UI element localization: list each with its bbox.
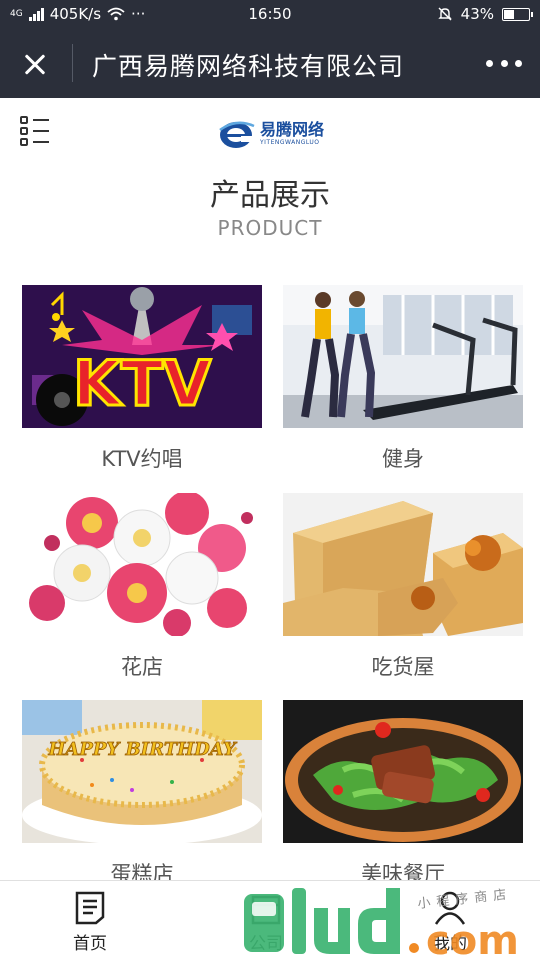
tab-label: 公司 bbox=[249, 934, 283, 954]
flowers-image bbox=[22, 493, 262, 636]
battery-icon bbox=[502, 7, 533, 21]
title-divider bbox=[72, 44, 73, 82]
close-icon[interactable] bbox=[14, 44, 56, 84]
more-options-icon[interactable] bbox=[486, 54, 522, 72]
product-label: 花店 bbox=[121, 655, 163, 679]
battery-percent: 43% bbox=[460, 5, 494, 23]
title-bar: 广西易腾网络科技有限公司 bbox=[0, 30, 540, 98]
logo-pinyin: YITENGWANGLUO bbox=[260, 139, 320, 146]
product-label: KTV约唱 bbox=[101, 447, 183, 471]
building-icon bbox=[251, 895, 281, 925]
bottom-tab-bar: 首页 公司 我的 bbox=[0, 880, 540, 960]
pastry-image bbox=[283, 493, 523, 636]
dish-image bbox=[283, 700, 523, 843]
mute-bell-icon bbox=[437, 7, 452, 21]
page-title: 广西易腾网络科技有限公司 bbox=[92, 52, 405, 81]
status-right: 43% bbox=[437, 5, 533, 23]
tab-home[interactable]: 首页 bbox=[30, 881, 150, 960]
section-title: 产品展示 bbox=[210, 178, 330, 213]
product-card-flowers[interactable]: 花店 bbox=[22, 493, 262, 681]
user-icon bbox=[434, 891, 466, 925]
product-card-pastry[interactable]: 吃货屋 bbox=[283, 493, 523, 681]
ktv-image: KTV bbox=[22, 285, 262, 428]
product-card-ktv[interactable]: KTV KTV约唱 bbox=[22, 285, 262, 473]
product-label: 健身 bbox=[382, 447, 424, 471]
product-card-cake[interactable]: HAPPY BIRTHDAY 蛋糕店 bbox=[22, 700, 262, 888]
cake-text: HAPPY BIRTHDAY bbox=[47, 739, 238, 760]
logo-mark-icon bbox=[219, 121, 255, 148]
company-logo: 易腾网络 YITENGWANGLUO bbox=[216, 115, 346, 153]
product-card-dish[interactable]: 美味餐厅 bbox=[283, 700, 523, 888]
menu-icon[interactable] bbox=[20, 116, 50, 146]
logo-name: 易腾网络 bbox=[260, 120, 325, 139]
product-label: 吃货屋 bbox=[371, 655, 435, 679]
tab-mine[interactable]: 我的 bbox=[390, 881, 510, 960]
tab-company[interactable]: 公司 bbox=[206, 881, 326, 960]
tab-label: 我的 bbox=[433, 934, 467, 954]
tab-label: 首页 bbox=[73, 934, 107, 954]
status-bar: 4G 405K/s ··· 16:50 43% bbox=[0, 0, 540, 30]
gym-image bbox=[283, 285, 523, 428]
section-subtitle: PRODUCT bbox=[217, 216, 323, 240]
cake-image: HAPPY BIRTHDAY bbox=[22, 700, 262, 843]
document-icon bbox=[75, 891, 105, 925]
ktv-sign-text: KTV bbox=[73, 347, 211, 420]
product-card-gym[interactable]: 健身 bbox=[283, 285, 523, 473]
